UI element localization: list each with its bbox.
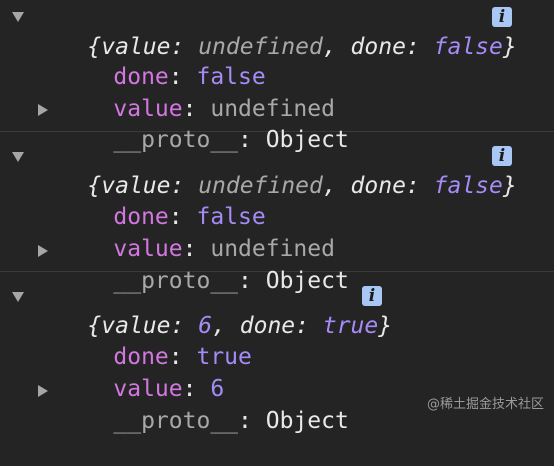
- property-done: done: false: [113, 204, 266, 230]
- object-summary[interactable]: {value: undefined, done: false}: [32, 2, 516, 60]
- property-proto[interactable]: __proto__: Object: [58, 95, 348, 153]
- expand-triangle-icon[interactable]: [12, 152, 24, 162]
- object-summary[interactable]: {value: 6, done: true}: [32, 281, 392, 339]
- expand-triangle-icon[interactable]: [12, 12, 24, 22]
- console-entry-2: {value: undefined, done: false} i done: …: [0, 132, 554, 294]
- property-done: done: true: [113, 344, 252, 370]
- property-value: value: undefined: [113, 236, 335, 262]
- collapse-triangle-icon[interactable]: [38, 245, 48, 257]
- console-entry-1: {value: undefined, done: false} i done: …: [0, 0, 554, 153]
- info-icon[interactable]: i: [492, 146, 512, 166]
- collapse-triangle-icon[interactable]: [38, 385, 48, 397]
- expand-triangle-icon[interactable]: [12, 292, 24, 302]
- watermark: @稀土掘金技术社区: [426, 397, 544, 412]
- property-value: value: 6: [113, 376, 225, 402]
- info-icon[interactable]: i: [362, 286, 382, 306]
- property-proto[interactable]: __proto__: Object: [58, 376, 348, 434]
- property-value: value: undefined: [113, 96, 335, 122]
- object-summary[interactable]: {value: undefined, done: false}: [32, 141, 516, 199]
- property-done: done: false: [113, 64, 266, 90]
- info-icon[interactable]: i: [492, 7, 512, 27]
- collapse-triangle-icon[interactable]: [38, 104, 48, 116]
- property-proto[interactable]: __proto__: Object: [58, 236, 348, 294]
